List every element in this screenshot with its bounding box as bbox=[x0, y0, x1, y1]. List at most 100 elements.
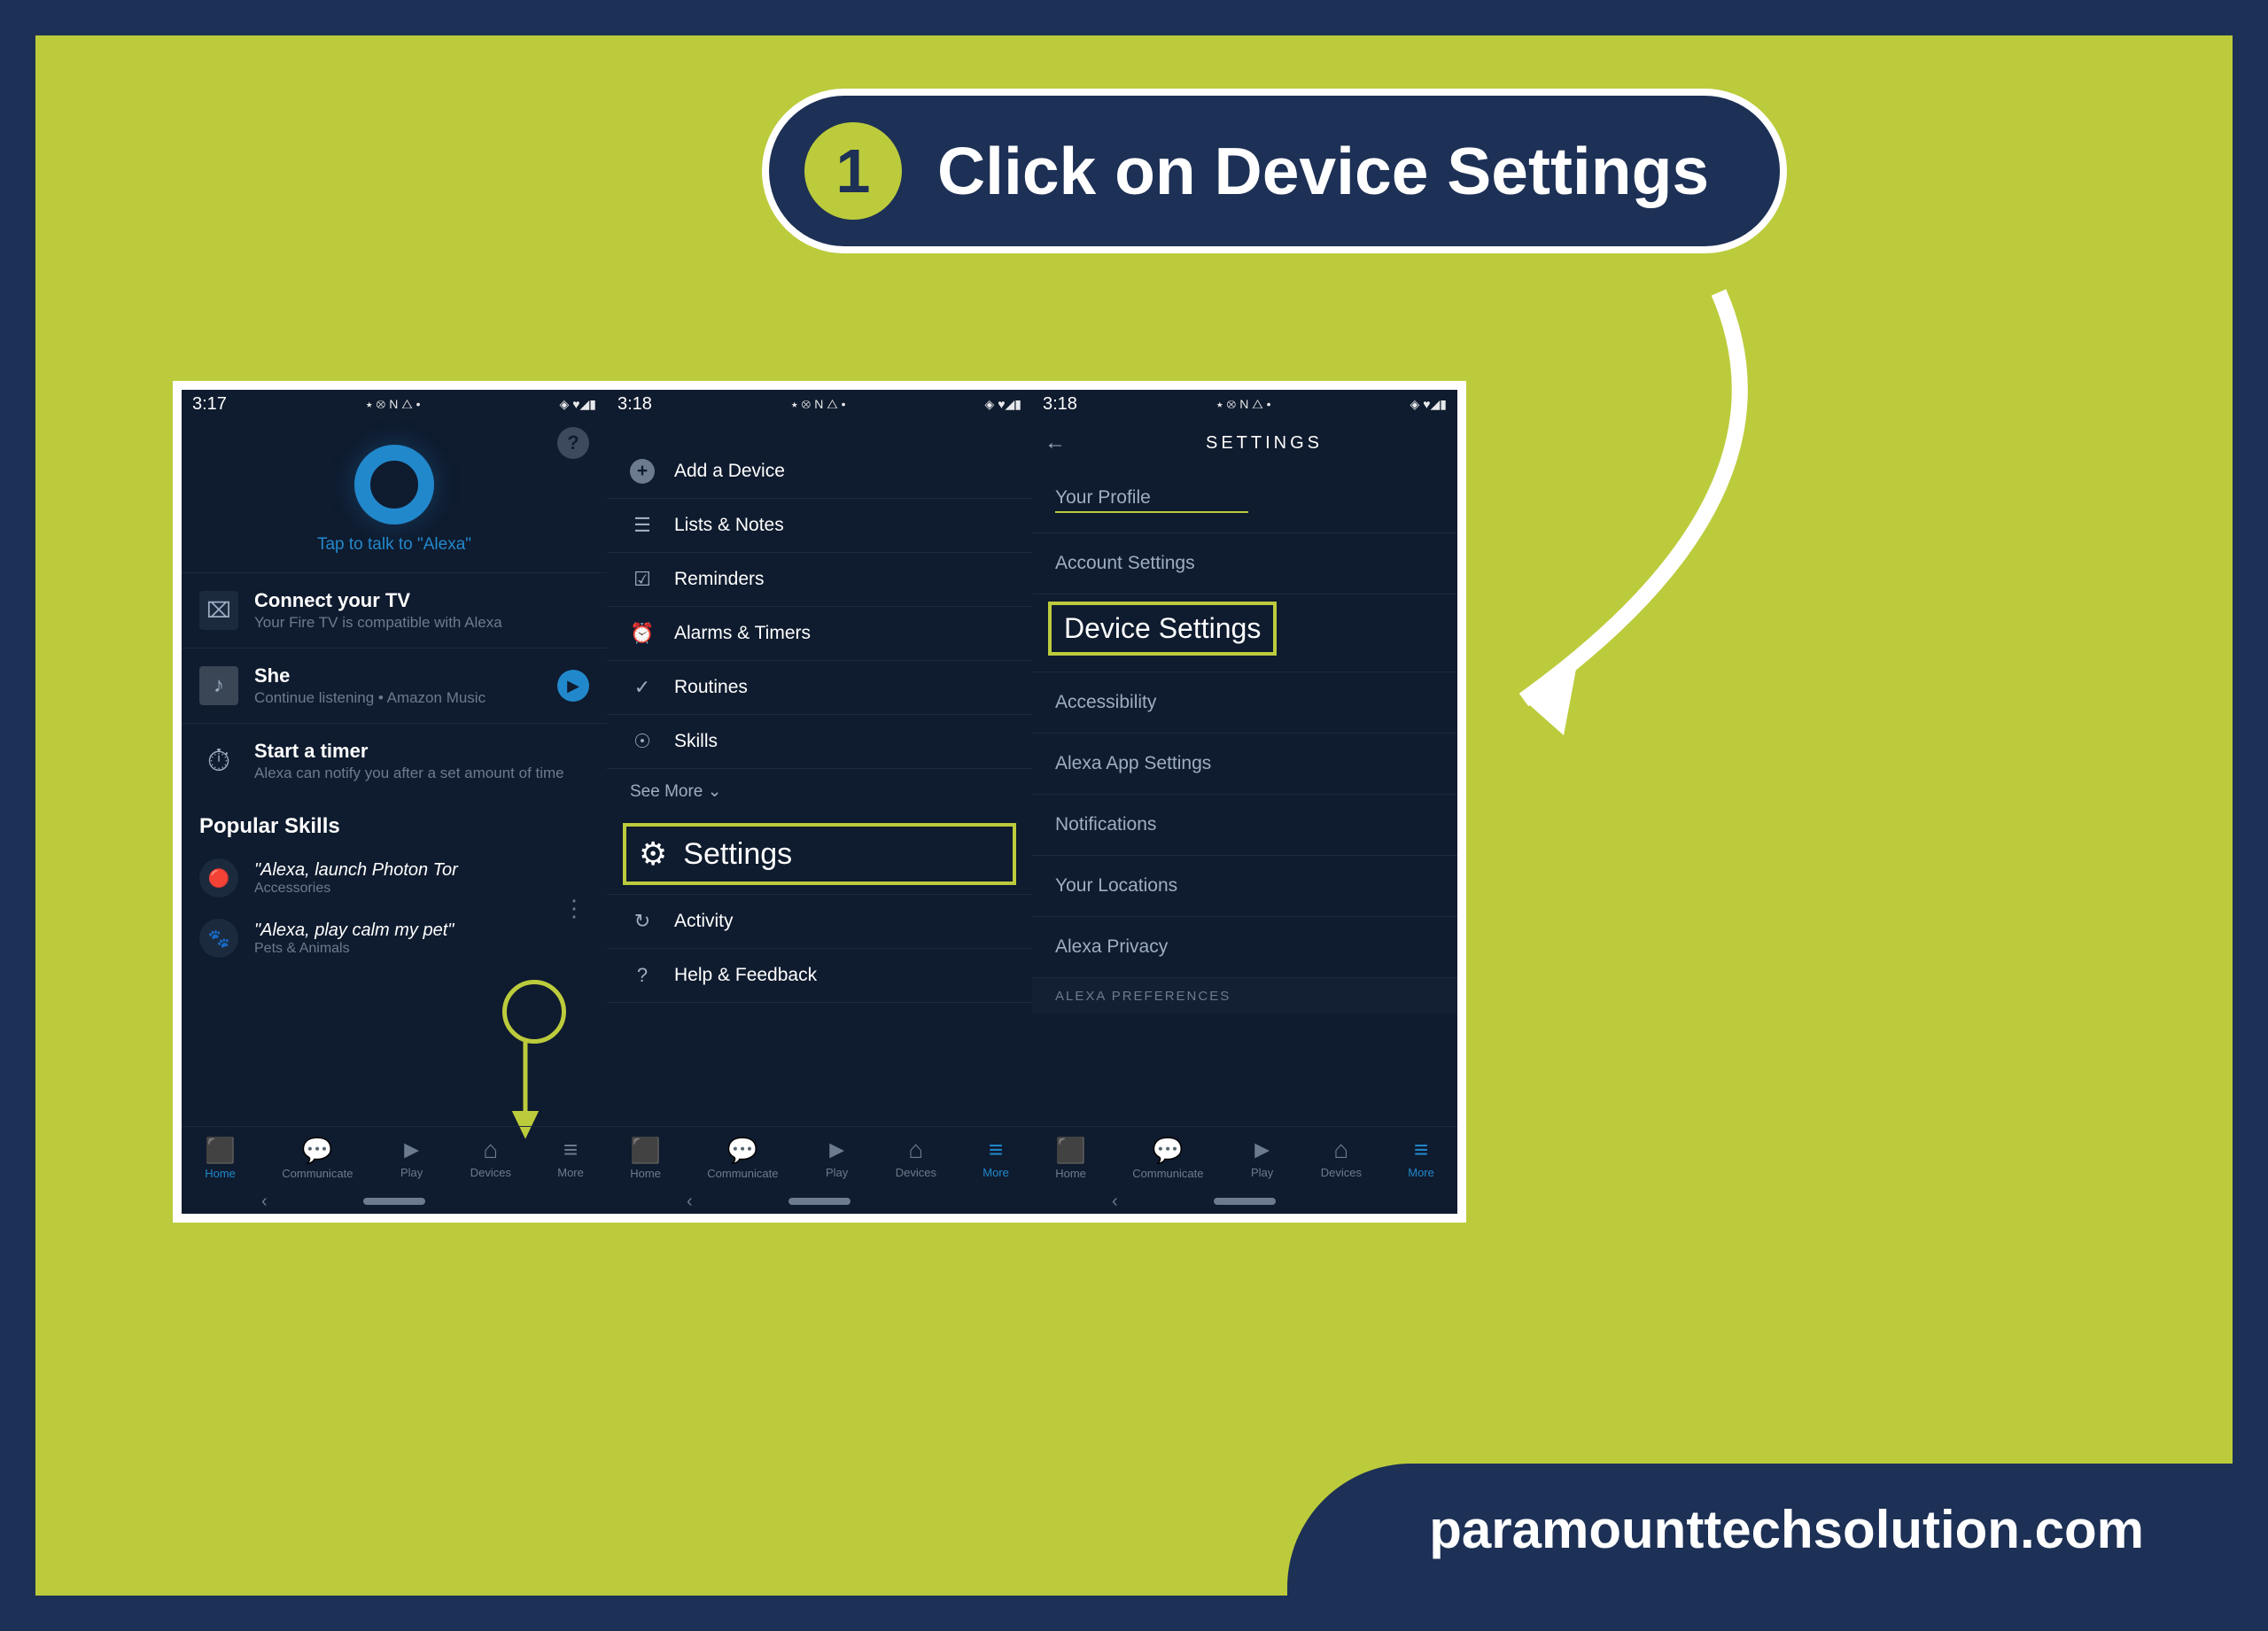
nav-more[interactable]: ≡More bbox=[1408, 1136, 1434, 1180]
step-number-badge: 1 bbox=[804, 122, 902, 220]
status-bar: 3:17 ⭑ ⊗ N △ • ◈ ♥◢▮ bbox=[182, 390, 607, 418]
help-icon: ? bbox=[630, 963, 655, 988]
skill-icon: 🔴 bbox=[199, 858, 238, 897]
setting-privacy[interactable]: Alexa Privacy bbox=[1032, 917, 1457, 978]
screen-home: 3:17 ⭑ ⊗ N △ • ◈ ♥◢▮ ? Tap to talk to "A… bbox=[182, 390, 607, 1214]
nav-communicate[interactable]: 💬Communicate bbox=[282, 1136, 353, 1180]
setting-app-settings[interactable]: Alexa App Settings bbox=[1032, 734, 1457, 795]
nav-devices[interactable]: ⌂Devices bbox=[896, 1136, 936, 1180]
status-icons: ⭑ ⊗ N △ • bbox=[366, 397, 421, 412]
devices-icon: ⌂ bbox=[908, 1136, 923, 1164]
more-options-icon[interactable]: ⋮ bbox=[563, 895, 586, 922]
home-icon: ⬛ bbox=[630, 1136, 661, 1165]
card-title: Start a timer bbox=[254, 740, 589, 763]
screenshots-container: 3:17 ⭑ ⊗ N △ • ◈ ♥◢▮ ? Tap to talk to "A… bbox=[173, 381, 1466, 1223]
routines-icon: ✓ bbox=[630, 675, 655, 700]
setting-your-profile[interactable]: Your Profile bbox=[1032, 468, 1457, 533]
popular-skills-heading: Popular Skills bbox=[182, 798, 607, 848]
setting-account[interactable]: Account Settings bbox=[1032, 533, 1457, 594]
skill-quote: "Alexa, launch Photon Tor bbox=[254, 860, 458, 881]
help-icon[interactable]: ? bbox=[557, 427, 589, 459]
status-time: 3:18 bbox=[1043, 394, 1077, 415]
settings-header: ← SETTINGS bbox=[1032, 418, 1457, 468]
skill-category: Pets & Animals bbox=[254, 941, 454, 957]
stopwatch-icon: ⏱ bbox=[199, 742, 238, 781]
nav-devices[interactable]: ⌂Devices bbox=[470, 1136, 511, 1180]
status-right-icons: ◈ ♥◢▮ bbox=[1410, 397, 1447, 412]
status-right-icons: ◈ ♥◢▮ bbox=[985, 397, 1021, 412]
gear-icon: ⚙ bbox=[639, 835, 667, 873]
nav-home[interactable]: ⬛Home bbox=[205, 1136, 236, 1180]
bottom-nav: ⬛Home 💬Communicate ►Play ⌂Devices ≡More bbox=[182, 1126, 607, 1189]
status-bar: 3:18 ⭑ ⊗ N △ • ◈ ♥◢▮ bbox=[1032, 390, 1457, 418]
card-title: Connect your TV bbox=[254, 589, 589, 612]
nav-devices[interactable]: ⌂Devices bbox=[1321, 1136, 1362, 1180]
setting-device-settings-highlighted[interactable]: Device Settings bbox=[1048, 602, 1277, 656]
highlight-circle-more bbox=[502, 980, 566, 1044]
album-art-icon: ♪ bbox=[199, 666, 238, 705]
skill-row[interactable]: 🔴 "Alexa, launch Photon Tor Accessories bbox=[182, 848, 607, 908]
chat-icon: 💬 bbox=[727, 1136, 758, 1165]
hamburger-icon: ≡ bbox=[563, 1136, 578, 1164]
menu-routines[interactable]: ✓Routines bbox=[607, 661, 1032, 715]
card-subtitle: Your Fire TV is compatible with Alexa bbox=[254, 614, 589, 632]
music-card[interactable]: ♪ She Continue listening • Amazon Music … bbox=[182, 648, 607, 723]
instruction-callout: 1 Click on Device Settings bbox=[762, 89, 1787, 253]
setting-notifications[interactable]: Notifications bbox=[1032, 795, 1457, 856]
skill-icon: 🐾 bbox=[199, 919, 238, 958]
menu-reminders[interactable]: ☑Reminders bbox=[607, 553, 1032, 607]
menu-settings-highlighted[interactable]: ⚙ Settings bbox=[623, 823, 1016, 885]
menu-lists[interactable]: ☰Lists & Notes bbox=[607, 499, 1032, 553]
skills-icon: ☉ bbox=[630, 729, 655, 754]
android-sys-nav: ‹ bbox=[182, 1189, 607, 1214]
skill-row[interactable]: 🐾 "Alexa, play calm my pet" Pets & Anima… bbox=[182, 908, 607, 968]
connect-tv-card[interactable]: ⌧ Connect your TV Your Fire TV is compat… bbox=[182, 572, 607, 648]
setting-locations[interactable]: Your Locations bbox=[1032, 856, 1457, 917]
nav-home[interactable]: ⬛Home bbox=[1055, 1136, 1086, 1180]
chat-icon: 💬 bbox=[1153, 1136, 1184, 1165]
alarm-icon: ⏰ bbox=[630, 621, 655, 646]
nav-communicate[interactable]: 💬Communicate bbox=[707, 1136, 778, 1180]
callout-text: Click on Device Settings bbox=[937, 133, 1709, 209]
nav-home[interactable]: ⬛Home bbox=[630, 1136, 661, 1180]
curved-arrow bbox=[1471, 275, 1790, 771]
status-bar: 3:18 ⭑ ⊗ N △ • ◈ ♥◢▮ bbox=[607, 390, 1032, 418]
back-arrow-icon[interactable]: ← bbox=[1045, 431, 1066, 455]
play-circle-icon: ► bbox=[1250, 1136, 1275, 1164]
menu-help[interactable]: ?Help & Feedback bbox=[607, 949, 1032, 1003]
nav-play[interactable]: ►Play bbox=[825, 1136, 850, 1180]
card-title: She bbox=[254, 664, 541, 687]
chat-icon: 💬 bbox=[302, 1136, 333, 1165]
nav-more[interactable]: ≡More bbox=[557, 1136, 584, 1180]
devices-icon: ⌂ bbox=[1333, 1136, 1348, 1164]
play-icon[interactable]: ▶ bbox=[557, 670, 589, 702]
nav-play[interactable]: ►Play bbox=[400, 1136, 424, 1180]
alexa-voice-button[interactable] bbox=[354, 445, 434, 524]
menu-alarms[interactable]: ⏰Alarms & Timers bbox=[607, 607, 1032, 661]
slide-canvas: 1 Click on Device Settings 3:17 ⭑ ⊗ N △ … bbox=[35, 35, 2233, 1596]
reminder-icon: ☑ bbox=[630, 567, 655, 592]
tv-icon: ⌧ bbox=[199, 591, 238, 630]
status-right-icons: ◈ ♥◢▮ bbox=[560, 397, 596, 412]
card-subtitle: Alexa can notify you after a set amount … bbox=[254, 765, 589, 782]
home-icon: ⬛ bbox=[205, 1136, 236, 1165]
status-time: 3:18 bbox=[617, 394, 652, 415]
activity-icon: ↻ bbox=[630, 909, 655, 934]
yellow-pointer-arrow bbox=[499, 1042, 552, 1139]
setting-accessibility[interactable]: Accessibility bbox=[1032, 672, 1457, 734]
status-icons: ⭑ ⊗ N △ • bbox=[791, 397, 846, 412]
android-sys-nav: ‹ bbox=[1032, 1189, 1457, 1214]
timer-card[interactable]: ⏱ Start a timer Alexa can notify you aft… bbox=[182, 723, 607, 798]
menu-activity[interactable]: ↻Activity bbox=[607, 894, 1032, 949]
nav-communicate[interactable]: 💬Communicate bbox=[1132, 1136, 1203, 1180]
hamburger-icon: ≡ bbox=[1414, 1136, 1428, 1164]
menu-skills[interactable]: ☉Skills bbox=[607, 715, 1032, 769]
see-more-toggle[interactable]: See More ⌄ bbox=[607, 769, 1032, 814]
tap-to-talk-label[interactable]: Tap to talk to "Alexa" bbox=[182, 535, 607, 555]
menu-add-device[interactable]: + Add a Device bbox=[607, 445, 1032, 499]
bottom-nav: ⬛Home 💬Communicate ►Play ⌂Devices ≡More bbox=[607, 1126, 1032, 1189]
list-icon: ☰ bbox=[630, 513, 655, 538]
nav-play[interactable]: ►Play bbox=[1250, 1136, 1275, 1180]
nav-more[interactable]: ≡More bbox=[983, 1136, 1009, 1180]
section-alexa-preferences: ALEXA PREFERENCES bbox=[1032, 978, 1457, 1014]
